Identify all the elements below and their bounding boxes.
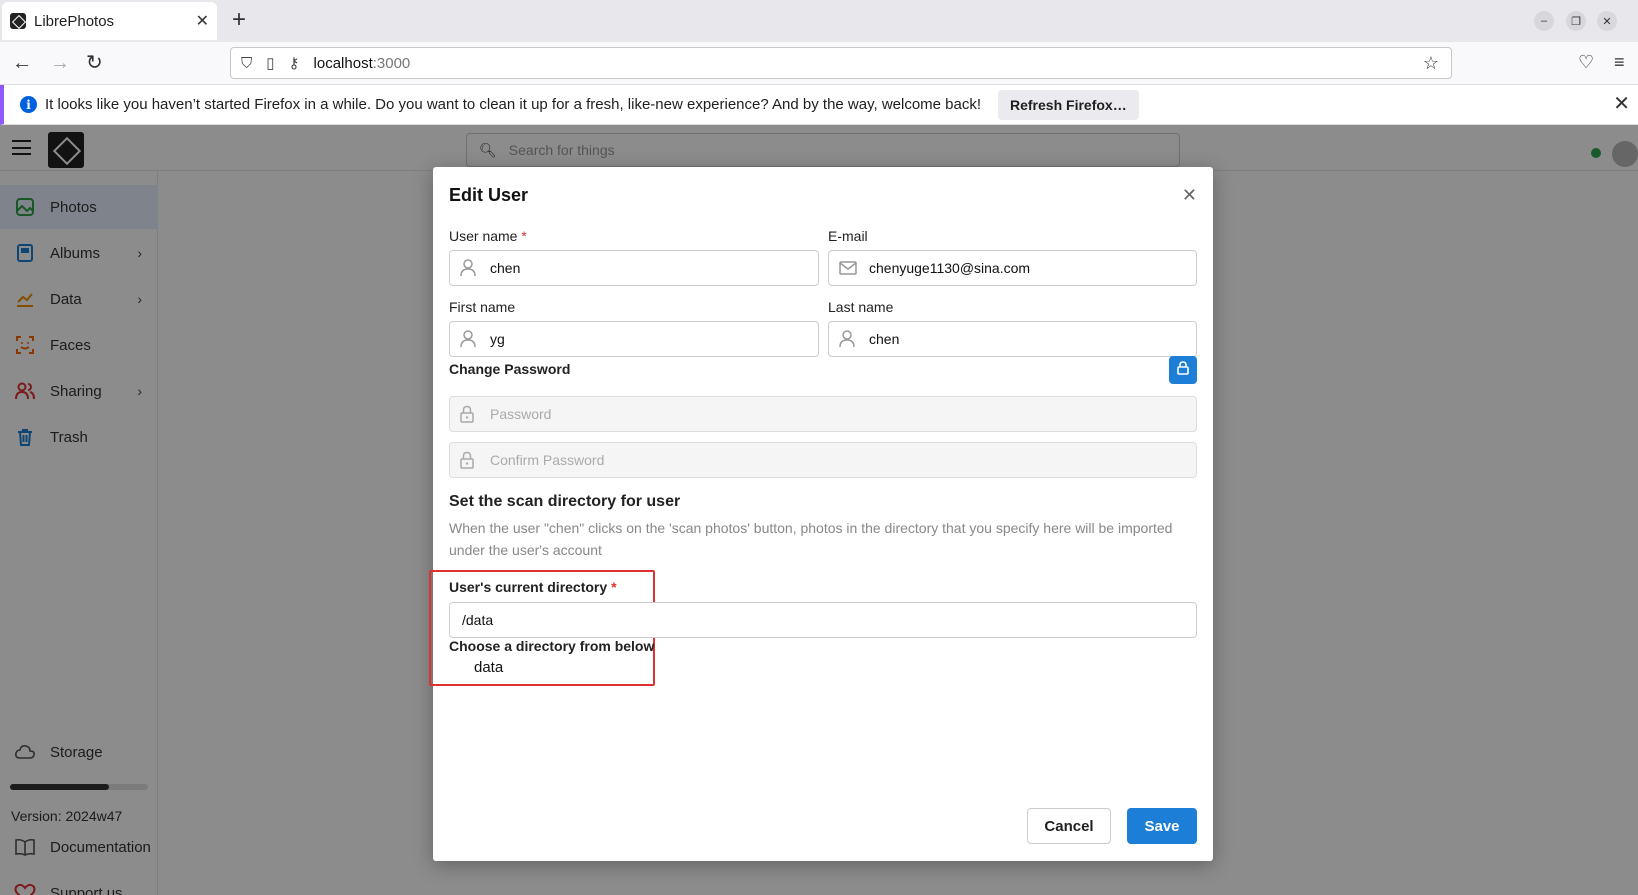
lock-icon bbox=[1177, 360, 1189, 380]
bookmark-star-icon[interactable]: ☆ bbox=[1423, 53, 1439, 74]
tab-close-icon[interactable]: ✕ bbox=[196, 11, 209, 31]
change-password-label: Change Password bbox=[449, 361, 571, 377]
librephotos-favicon-icon bbox=[10, 13, 26, 29]
notification-close-icon[interactable]: ✕ bbox=[1613, 91, 1630, 116]
edit-user-modal: Edit User ✕ User name * chen E-mail chen… bbox=[429, 167, 1213, 861]
lastname-field[interactable]: chen bbox=[828, 321, 1197, 357]
username-field[interactable]: chen bbox=[449, 250, 819, 286]
back-icon[interactable]: ← bbox=[12, 52, 32, 74]
browser-tab[interactable]: LibrePhotos ✕ bbox=[2, 2, 217, 40]
key-icon[interactable]: ⚷ bbox=[289, 54, 300, 72]
cancel-button[interactable]: Cancel bbox=[1027, 808, 1111, 844]
notification-text: It looks like you haven’t started Firefo… bbox=[45, 96, 982, 113]
choose-directory-label: Choose a directory from below bbox=[449, 638, 655, 654]
user-icon bbox=[460, 259, 478, 277]
minimize-icon[interactable]: – bbox=[1534, 11, 1554, 31]
notification-bar: i It looks like you haven’t started Fire… bbox=[0, 85, 1638, 125]
pocket-icon[interactable]: ♡ bbox=[1578, 52, 1594, 73]
menu-icon[interactable]: ≡ bbox=[1614, 52, 1625, 73]
maximize-icon[interactable]: ❐ bbox=[1566, 11, 1586, 31]
url-port: :3000 bbox=[372, 54, 411, 72]
info-icon: i bbox=[20, 96, 37, 113]
username-label: User name * bbox=[449, 228, 527, 244]
firstname-label: First name bbox=[449, 299, 516, 315]
forward-icon[interactable]: → bbox=[50, 52, 70, 74]
email-field[interactable]: chenyuge1130@sina.com bbox=[828, 250, 1197, 286]
url-bar[interactable]: ⛉ ▯ ⚷ localhost :3000 ☆ bbox=[230, 47, 1452, 79]
page-icon: ▯ bbox=[266, 55, 275, 72]
shield-icon[interactable]: ⛉ bbox=[241, 55, 252, 72]
new-tab-icon[interactable]: + bbox=[232, 8, 246, 32]
current-directory-label: User's current directory * bbox=[449, 579, 617, 595]
confirm-password-field[interactable]: Confirm Password bbox=[449, 442, 1197, 478]
unlock-password-button[interactable] bbox=[1169, 356, 1197, 384]
reload-icon[interactable]: ↻ bbox=[86, 52, 103, 74]
user-icon bbox=[460, 330, 478, 348]
save-button[interactable]: Save bbox=[1127, 808, 1197, 844]
window-close-icon[interactable]: ✕ bbox=[1597, 11, 1617, 31]
email-label: E-mail bbox=[828, 228, 868, 244]
directory-option-data[interactable]: data bbox=[474, 659, 503, 676]
scan-directory-description: When the user "chen" clicks on the 'scan… bbox=[449, 520, 1173, 558]
user-icon bbox=[839, 330, 857, 348]
current-directory-input[interactable]: /data bbox=[449, 602, 1197, 638]
scan-directory-heading: Set the scan directory for user bbox=[449, 493, 681, 510]
browser-nav-bar: ← → ↻ ⛉ ▯ ⚷ localhost :3000 ☆ ♡ ≡ bbox=[0, 42, 1638, 85]
lock-icon bbox=[460, 451, 478, 469]
lastname-label: Last name bbox=[828, 299, 894, 315]
browser-tab-bar: LibrePhotos ✕ + – ❐ ✕ bbox=[0, 0, 1638, 42]
modal-title: Edit User bbox=[449, 185, 529, 205]
mail-icon bbox=[839, 259, 857, 277]
modal-close-icon[interactable]: ✕ bbox=[1182, 185, 1197, 206]
tab-title: LibrePhotos bbox=[34, 12, 115, 30]
lock-icon bbox=[460, 405, 478, 423]
password-field[interactable]: Password bbox=[449, 396, 1197, 432]
firstname-field[interactable]: yg bbox=[449, 321, 819, 357]
refresh-firefox-button[interactable]: Refresh Firefox… bbox=[998, 90, 1139, 120]
url-host: localhost bbox=[313, 54, 373, 72]
